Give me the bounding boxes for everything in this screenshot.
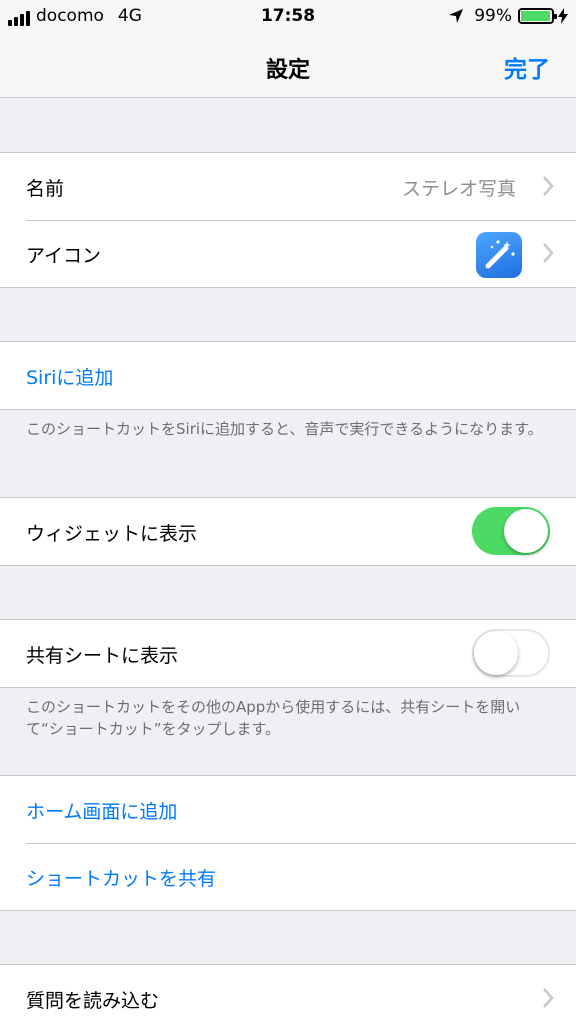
siri-group: Siriに追加: [0, 341, 576, 410]
magic-wand-icon: [485, 240, 515, 269]
page-title: 設定: [265, 58, 310, 83]
share-sheet-label: 共有シートに表示: [26, 645, 179, 667]
add-to-home-screen-button[interactable]: ホーム画面に追加: [26, 797, 177, 824]
name-label: 名前: [26, 178, 65, 200]
share-shortcut-row[interactable]: ショートカットを共有: [0, 843, 576, 910]
import-questions-label: 質問を読み込む: [26, 990, 160, 1012]
icon-label: アイコン: [26, 245, 102, 267]
icon-row[interactable]: アイコン: [0, 220, 576, 287]
battery-icon: [518, 8, 557, 24]
chevron-right-icon: [543, 988, 554, 1008]
battery-percent: 99%: [474, 6, 512, 26]
share-sheet-footer: このショートカットをその他のAppから使用するには、共有シートを開いて“ショート…: [26, 698, 521, 738]
add-to-siri-button[interactable]: Siriに追加: [26, 363, 113, 390]
import-group: 質問を読み込む: [0, 964, 576, 1032]
chevron-right-icon: [543, 243, 554, 263]
actions-group: ホーム画面に追加 ショートカットを共有: [0, 775, 576, 911]
home-screen-row[interactable]: ホーム画面に追加: [0, 776, 576, 843]
share-sheet-row: 共有シートに表示: [0, 620, 576, 687]
status-bar: docomo 4G 17:58 99%: [0, 0, 576, 34]
shortcut-app-icon: [476, 232, 522, 278]
name-row[interactable]: 名前 ステレオ写真: [0, 153, 576, 220]
name-icon-group: 名前 ステレオ写真 アイコン: [0, 152, 576, 288]
share-sheet-toggle[interactable]: [472, 629, 550, 677]
name-value: ステレオ写真: [401, 178, 516, 200]
widget-row: ウィジェットに表示: [0, 498, 576, 565]
done-button[interactable]: 完了: [504, 50, 550, 84]
widget-label: ウィジェットに表示: [26, 523, 198, 545]
widget-toggle[interactable]: [472, 507, 550, 555]
chevron-right-icon: [543, 176, 554, 196]
share-sheet-group: 共有シートに表示: [0, 619, 576, 688]
import-questions-row[interactable]: 質問を読み込む: [0, 965, 576, 1032]
toggle-knob: [504, 509, 548, 553]
toggle-knob: [474, 631, 518, 675]
status-right: 99%: [448, 6, 568, 26]
share-shortcut-button[interactable]: ショートカットを共有: [26, 864, 216, 891]
navigation-bar: 設定 完了: [0, 34, 576, 98]
location-arrow-icon: [449, 9, 464, 23]
add-to-siri-row[interactable]: Siriに追加: [0, 342, 576, 409]
siri-footer: このショートカットをSiriに追加すると、音声で実行できるようになります。: [26, 420, 543, 438]
widget-group: ウィジェットに表示: [0, 497, 576, 566]
charging-bolt-icon: [558, 8, 568, 24]
